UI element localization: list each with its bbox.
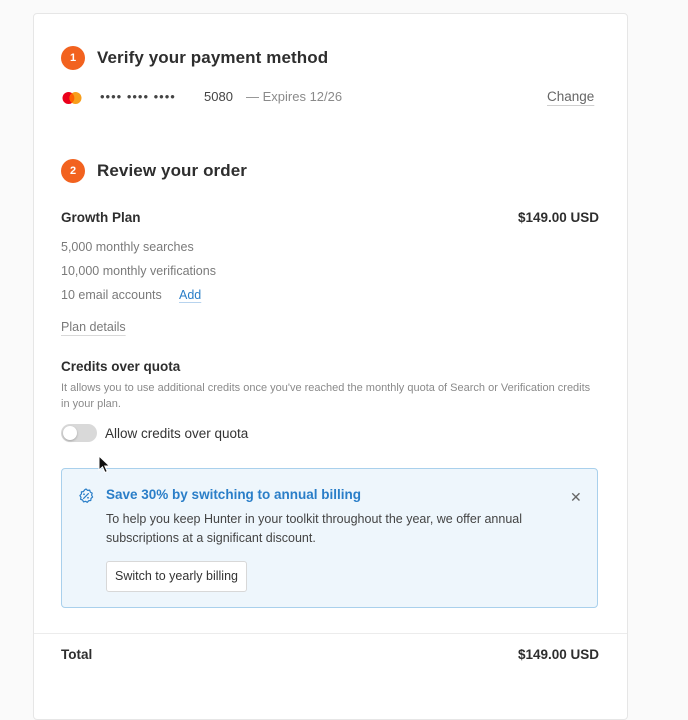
card-expiry: — Expires 12/26 <box>246 89 343 104</box>
change-payment-link[interactable]: Change <box>547 89 594 104</box>
total-divider <box>34 633 627 634</box>
add-email-accounts-link[interactable]: Add <box>179 288 201 302</box>
checkout-card: 1 Verify your payment method •••• •••• •… <box>33 13 628 720</box>
step-1-badge: 1 <box>61 46 85 70</box>
discount-badge-icon <box>79 488 94 503</box>
plan-details-link[interactable]: Plan details <box>61 320 126 334</box>
credits-over-quota-title: Credits over quota <box>61 359 181 374</box>
step-2-badge: 2 <box>61 159 85 183</box>
plan-feature-searches: 5,000 monthly searches <box>61 240 194 254</box>
annual-billing-banner: Save 30% by switching to annual billing … <box>61 468 598 608</box>
close-icon[interactable]: ✕ <box>570 490 582 504</box>
plan-price: $149.00 USD <box>517 210 599 225</box>
total-value: $149.00 USD <box>517 647 599 662</box>
mastercard-icon <box>62 92 82 104</box>
plan-feature-verifications: 10,000 monthly verifications <box>61 264 216 278</box>
credits-over-quota-description: It allows you to use additional credits … <box>61 382 591 410</box>
step-1-title: Verify your payment method <box>97 48 329 67</box>
plan-feature-email-accounts: 10 email accounts <box>61 288 162 302</box>
toggle-knob <box>63 426 77 440</box>
total-label: Total <box>61 647 93 662</box>
credits-over-quota-toggle-label[interactable]: Allow credits over quota <box>105 426 248 441</box>
plan-name: Growth Plan <box>61 210 141 225</box>
banner-title: Save 30% by switching to annual billing <box>106 487 362 502</box>
banner-text: To help you keep Hunter in your toolkit … <box>106 512 523 545</box>
switch-to-yearly-billing-button[interactable]: Switch to yearly billing <box>106 561 247 592</box>
card-masked-number: •••• •••• •••• <box>100 89 176 104</box>
credits-over-quota-toggle[interactable] <box>61 424 97 442</box>
step-2-title: Review your order <box>97 161 248 180</box>
mouse-cursor-icon <box>98 455 111 474</box>
card-last4: 5080 <box>204 89 233 104</box>
